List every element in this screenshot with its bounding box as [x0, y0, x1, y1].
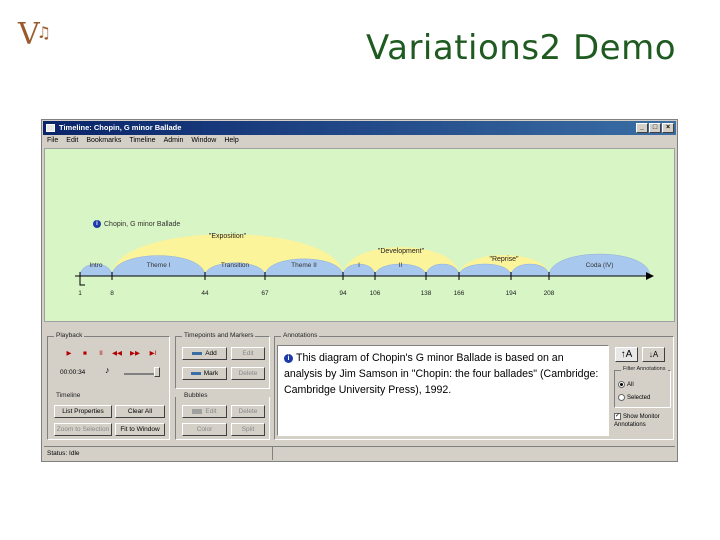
bubbles-group: Bubbles Edit Delete Color Split: [175, 392, 270, 440]
supersection-label: "Reprise": [489, 256, 519, 263]
timeline-window: Timeline: Chopin, G minor Ballade _ □ × …: [41, 119, 678, 462]
volume-icon: ♪: [105, 365, 110, 375]
status-bar: Status: Idle: [44, 446, 675, 460]
fast-forward-button[interactable]: ▶▶: [130, 349, 140, 359]
tick-label: 194: [505, 290, 517, 297]
playhead-marker[interactable]: [79, 276, 85, 286]
filter-selected-radio[interactable]: Selected: [618, 394, 650, 401]
add-marker-button[interactable]: Add: [182, 347, 227, 360]
menu-timeline[interactable]: Timeline: [129, 135, 155, 147]
section-label: II: [398, 262, 403, 269]
pause-button[interactable]: II: [96, 349, 106, 359]
tick-label: 94: [339, 290, 347, 297]
timeline-group: Timeline List Properties Clear All Zoom …: [47, 392, 170, 440]
tick-label: 106: [369, 290, 381, 297]
time-display: 00:00:34: [60, 369, 86, 376]
info-icon: i: [284, 353, 293, 363]
annotation-text: This diagram of Chopin's G minor Ballade…: [284, 352, 599, 396]
section-label: Transition: [220, 262, 250, 269]
music-note-icon: ♫: [36, 23, 52, 42]
window-title: Timeline: Chopin, G minor Ballade: [59, 123, 182, 132]
close-button[interactable]: ×: [662, 123, 674, 133]
section-label: Intro: [89, 262, 103, 269]
volume-slider-thumb[interactable]: [154, 367, 160, 377]
section-label: Coda (IV): [585, 262, 614, 269]
rewind-button[interactable]: ◀◀: [112, 349, 122, 359]
section-label: Theme I: [146, 262, 171, 269]
filter-annotations-group: Filter Annotations All Selected: [614, 366, 671, 408]
timeline-pane[interactable]: i Chopin, G minor Ballade "Exposition" "De…: [44, 148, 675, 322]
fit-to-window-button[interactable]: Fit to Window: [115, 423, 165, 436]
timeline-diagram[interactable]: [45, 149, 675, 322]
filter-all-radio[interactable]: All: [618, 381, 634, 388]
clear-all-button[interactable]: Clear All: [115, 405, 165, 418]
status-text: Status: Idle: [47, 450, 80, 457]
axis-arrow-icon: [646, 272, 654, 280]
menu-window[interactable]: Window: [191, 135, 216, 147]
skip-end-button[interactable]: ▶I: [148, 349, 158, 359]
delete-marker-button[interactable]: Delete: [231, 367, 265, 380]
show-monitor-annotations-checkbox[interactable]: ✓ Show Monitor Annotations: [614, 413, 672, 429]
menu-admin[interactable]: Admin: [164, 135, 184, 147]
menu-bookmarks[interactable]: Bookmarks: [86, 135, 121, 147]
supersection-label: "Exposition": [208, 233, 247, 240]
tick-label: 1: [78, 290, 82, 297]
annotation-text-box[interactable]: i This diagram of Chopin's G minor Ballad…: [277, 345, 609, 436]
menu-bar: File Edit Bookmarks Timeline Admin Windo…: [43, 135, 676, 147]
split-button[interactable]: Split: [231, 423, 265, 436]
maximize-button[interactable]: □: [649, 123, 661, 133]
color-button[interactable]: Color: [182, 423, 227, 436]
supersection-label: "Development": [377, 248, 425, 255]
zoom-to-selection-button[interactable]: Zoom to Selection: [54, 423, 112, 436]
edit-bubble-button[interactable]: Edit: [182, 405, 227, 418]
tick-label: 44: [201, 290, 209, 297]
mark-button[interactable]: Mark: [182, 367, 227, 380]
font-larger-button[interactable]: ↑A: [615, 347, 638, 362]
window-titlebar[interactable]: Timeline: Chopin, G minor Ballade _ □ ×: [43, 121, 676, 135]
menu-help[interactable]: Help: [224, 135, 238, 147]
slide-title: Variations2 Demo: [365, 28, 676, 68]
app-icon: [46, 124, 55, 132]
list-properties-button[interactable]: List Properties: [54, 405, 112, 418]
tick-label: 208: [543, 290, 555, 297]
menu-file[interactable]: File: [47, 135, 58, 147]
minimize-button[interactable]: _: [636, 123, 648, 133]
tick-label: 166: [453, 290, 465, 297]
tick-label: 67: [261, 290, 269, 297]
font-smaller-button[interactable]: ↓A: [642, 347, 665, 362]
menu-edit[interactable]: Edit: [66, 135, 78, 147]
markers-group: Timepoints and Markers Add Edit Mark Del…: [175, 332, 270, 389]
edit-marker-button[interactable]: Edit: [231, 347, 265, 360]
tick-label: 8: [110, 290, 114, 297]
variations-logo: V♫: [18, 17, 52, 52]
stop-button[interactable]: ■: [80, 349, 90, 359]
tick-label: 138: [420, 290, 432, 297]
play-button[interactable]: ▶: [64, 349, 74, 359]
delete-bubble-button[interactable]: Delete: [231, 405, 265, 418]
